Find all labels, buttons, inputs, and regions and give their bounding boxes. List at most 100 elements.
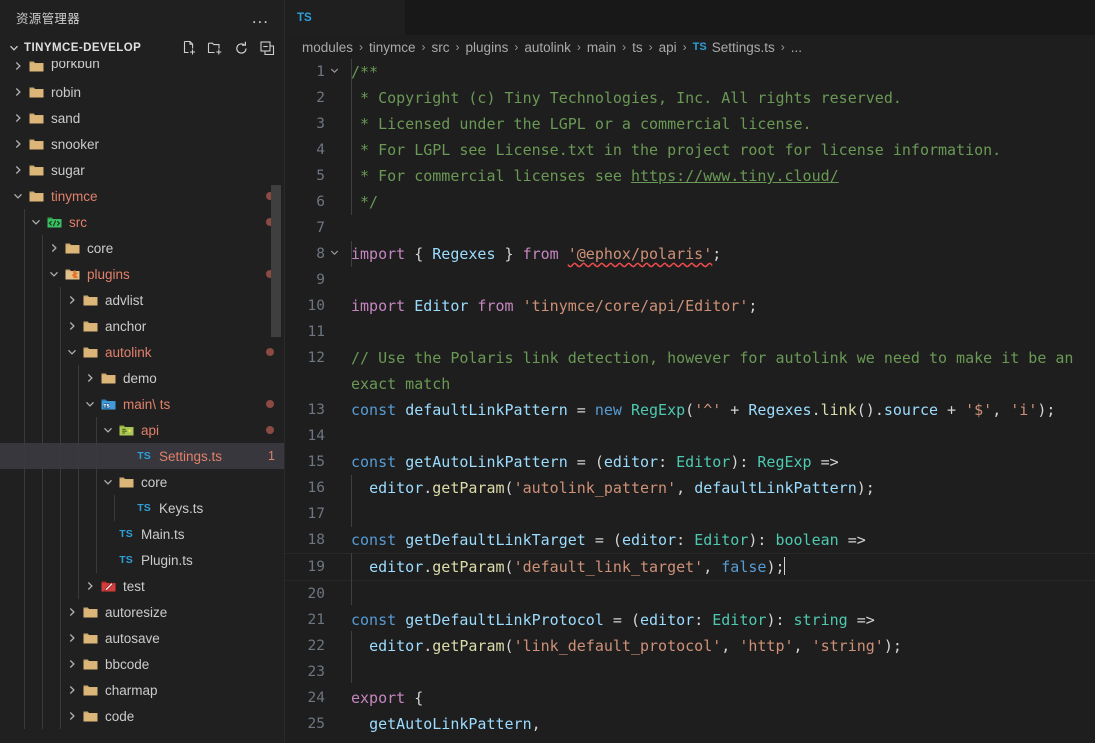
code-text[interactable]: * For commercial licenses see https://ww… xyxy=(343,163,1095,189)
code-line[interactable]: 17 xyxy=(285,501,1095,527)
code-line[interactable]: 5 * For commercial licenses see https://… xyxy=(285,163,1095,189)
chevron-down-icon[interactable] xyxy=(82,398,98,410)
tree-file-item[interactable]: TS Settings.ts 1 xyxy=(0,443,285,469)
code-line[interactable]: 24 export { xyxy=(285,685,1095,711)
code-text[interactable]: export { xyxy=(343,685,1095,711)
code-line[interactable]: 9 xyxy=(285,267,1095,293)
code-line[interactable]: 15 const getAutoLinkPattern = (editor: Ed… xyxy=(285,449,1095,475)
chevron-right-icon[interactable] xyxy=(64,658,80,670)
code-text[interactable] xyxy=(343,319,1095,345)
breadcrumb-item[interactable]: src xyxy=(432,40,450,55)
tree-folder-item[interactable]: api xyxy=(0,417,285,443)
tree-folder-item[interactable]: charmap xyxy=(0,677,285,703)
tree-file-item[interactable]: TS Main.ts xyxy=(0,521,285,547)
tree-folder-item[interactable]: autolink xyxy=(0,339,285,365)
chevron-right-icon[interactable] xyxy=(46,242,62,254)
code-line[interactable]: 20 xyxy=(285,581,1095,607)
code-line[interactable]: 16 editor.getParam('autolink_pattern', d… xyxy=(285,475,1095,501)
tree-folder-item[interactable]: robin xyxy=(0,79,285,105)
code-text[interactable]: * Copyright (c) Tiny Technologies, Inc. … xyxy=(343,85,1095,111)
code-line[interactable]: 1 /** xyxy=(285,59,1095,85)
close-icon[interactable] xyxy=(333,9,351,27)
code-line[interactable]: 25 getAutoLinkPattern, xyxy=(285,711,1095,737)
code-text[interactable] xyxy=(343,581,1095,607)
chevron-down-icon[interactable] xyxy=(64,346,80,358)
file-tree[interactable]: porkbun robin sand snooker sugar tinymce src co… xyxy=(0,61,285,743)
code-line[interactable]: 6 */ xyxy=(285,189,1095,215)
code-line[interactable]: 11 xyxy=(285,319,1095,345)
editor-tab[interactable]: TS xyxy=(285,0,405,35)
code-line[interactable]: 7 xyxy=(285,215,1095,241)
tree-folder-item[interactable]: sand xyxy=(0,105,285,131)
chevron-right-icon[interactable] xyxy=(82,580,98,592)
breadcrumb-item[interactable]: plugins xyxy=(466,40,509,55)
code-text[interactable]: import { Regexes } from '@ephox/polaris'… xyxy=(343,241,1095,267)
breadcrumb-item[interactable]: main xyxy=(587,40,616,55)
code-text[interactable] xyxy=(343,501,1095,527)
breadcrumb-overflow[interactable]: ... xyxy=(791,40,802,55)
tree-folder-item[interactable]: porkbun xyxy=(0,61,285,79)
code-text[interactable]: const getDefaultLinkTarget = (editor: Ed… xyxy=(343,527,1095,553)
code-line[interactable]: 12 // Use the Polaris link detection, how… xyxy=(285,345,1095,397)
code-text[interactable]: const defaultLinkPattern = new RegExp('^… xyxy=(343,397,1095,423)
chevron-right-icon[interactable] xyxy=(10,112,26,124)
more-actions-icon[interactable]: ... xyxy=(244,9,277,26)
breadcrumb-item[interactable]: tinymce xyxy=(369,40,416,55)
chevron-down-icon[interactable] xyxy=(6,40,22,56)
code-line[interactable]: 8 import { Regexes } from '@ephox/polaris… xyxy=(285,241,1095,267)
tree-folder-item[interactable]: bbcode xyxy=(0,651,285,677)
tree-folder-item[interactable]: demo xyxy=(0,365,285,391)
code-line[interactable]: 18 const getDefaultLinkTarget = (editor: … xyxy=(285,527,1095,553)
tree-folder-item[interactable]: anchor xyxy=(0,313,285,339)
chevron-right-icon[interactable] xyxy=(64,632,80,644)
chevron-right-icon[interactable] xyxy=(64,710,80,722)
code-text[interactable] xyxy=(343,267,1095,293)
tree-file-item[interactable]: TS Plugin.ts xyxy=(0,547,285,573)
chevron-down-icon[interactable] xyxy=(100,424,116,436)
fold-chevron-icon[interactable] xyxy=(325,241,343,267)
chevron-right-icon[interactable] xyxy=(10,138,26,150)
chevron-right-icon[interactable] xyxy=(64,294,80,306)
code-line[interactable]: 23 xyxy=(285,659,1095,685)
code-text[interactable]: const getDefaultLinkProtocol = (editor: … xyxy=(343,607,1095,633)
chevron-down-icon[interactable] xyxy=(28,216,44,228)
chevron-right-icon[interactable] xyxy=(64,684,80,696)
tree-folder-item[interactable]: advlist xyxy=(0,287,285,313)
chevron-right-icon[interactable] xyxy=(10,164,26,176)
code-text[interactable]: * For LGPL see License.txt in the projec… xyxy=(343,137,1095,163)
code-text[interactable] xyxy=(343,423,1095,449)
editor-tabbar[interactable]: TS xyxy=(285,0,1095,35)
code-editor[interactable]: 1 /** 2 * Copyright (c) Tiny Technologies,… xyxy=(285,59,1095,743)
tree-folder-item[interactable]: src xyxy=(0,209,285,235)
code-text[interactable]: editor.getParam('autolink_pattern', defa… xyxy=(343,475,1095,501)
tree-folder-item[interactable]: plugins xyxy=(0,261,285,287)
chevron-down-icon[interactable] xyxy=(46,268,62,280)
workspace-section-header[interactable]: TINYMCE-DEVELOP xyxy=(0,35,285,61)
breadcrumb-file[interactable]: Settings.ts xyxy=(712,40,775,55)
tree-folder-item[interactable]: tinymce xyxy=(0,183,285,209)
tree-folder-item[interactable]: core xyxy=(0,469,285,495)
chevron-right-icon[interactable] xyxy=(10,61,26,72)
tree-folder-item[interactable]: snooker xyxy=(0,131,285,157)
tree-folder-item[interactable]: TS main\ ts xyxy=(0,391,285,417)
code-line[interactable]: 13 const defaultLinkPattern = new RegExp(… xyxy=(285,397,1095,423)
refresh-icon[interactable] xyxy=(231,38,251,58)
code-line[interactable]: 10 import Editor from 'tinymce/core/api/E… xyxy=(285,293,1095,319)
chevron-right-icon[interactable] xyxy=(82,372,98,384)
chevron-right-icon[interactable] xyxy=(64,606,80,618)
code-text[interactable]: editor.getParam('default_link_target', f… xyxy=(343,554,1095,580)
code-line[interactable]: 3 * Licensed under the LGPL or a commerc… xyxy=(285,111,1095,137)
fold-chevron-icon[interactable] xyxy=(325,59,343,85)
chevron-down-icon[interactable] xyxy=(100,476,116,488)
code-line[interactable]: 2 * Copyright (c) Tiny Technologies, Inc… xyxy=(285,85,1095,111)
code-text[interactable]: import Editor from 'tinymce/core/api/Edi… xyxy=(343,293,1095,319)
code-text[interactable]: editor.getParam('link_default_protocol',… xyxy=(343,633,1095,659)
tree-folder-item[interactable]: autosave xyxy=(0,625,285,651)
code-text[interactable]: getDefaultLinkTarget, xyxy=(343,737,1095,743)
code-line[interactable]: 21 const getDefaultLinkProtocol = (editor… xyxy=(285,607,1095,633)
chevron-down-icon[interactable] xyxy=(10,190,26,202)
collapse-all-icon[interactable] xyxy=(257,38,277,58)
code-text[interactable]: getAutoLinkPattern, xyxy=(343,711,1095,737)
code-text[interactable]: * Licensed under the LGPL or a commercia… xyxy=(343,111,1095,137)
code-text[interactable]: */ xyxy=(343,189,1095,215)
